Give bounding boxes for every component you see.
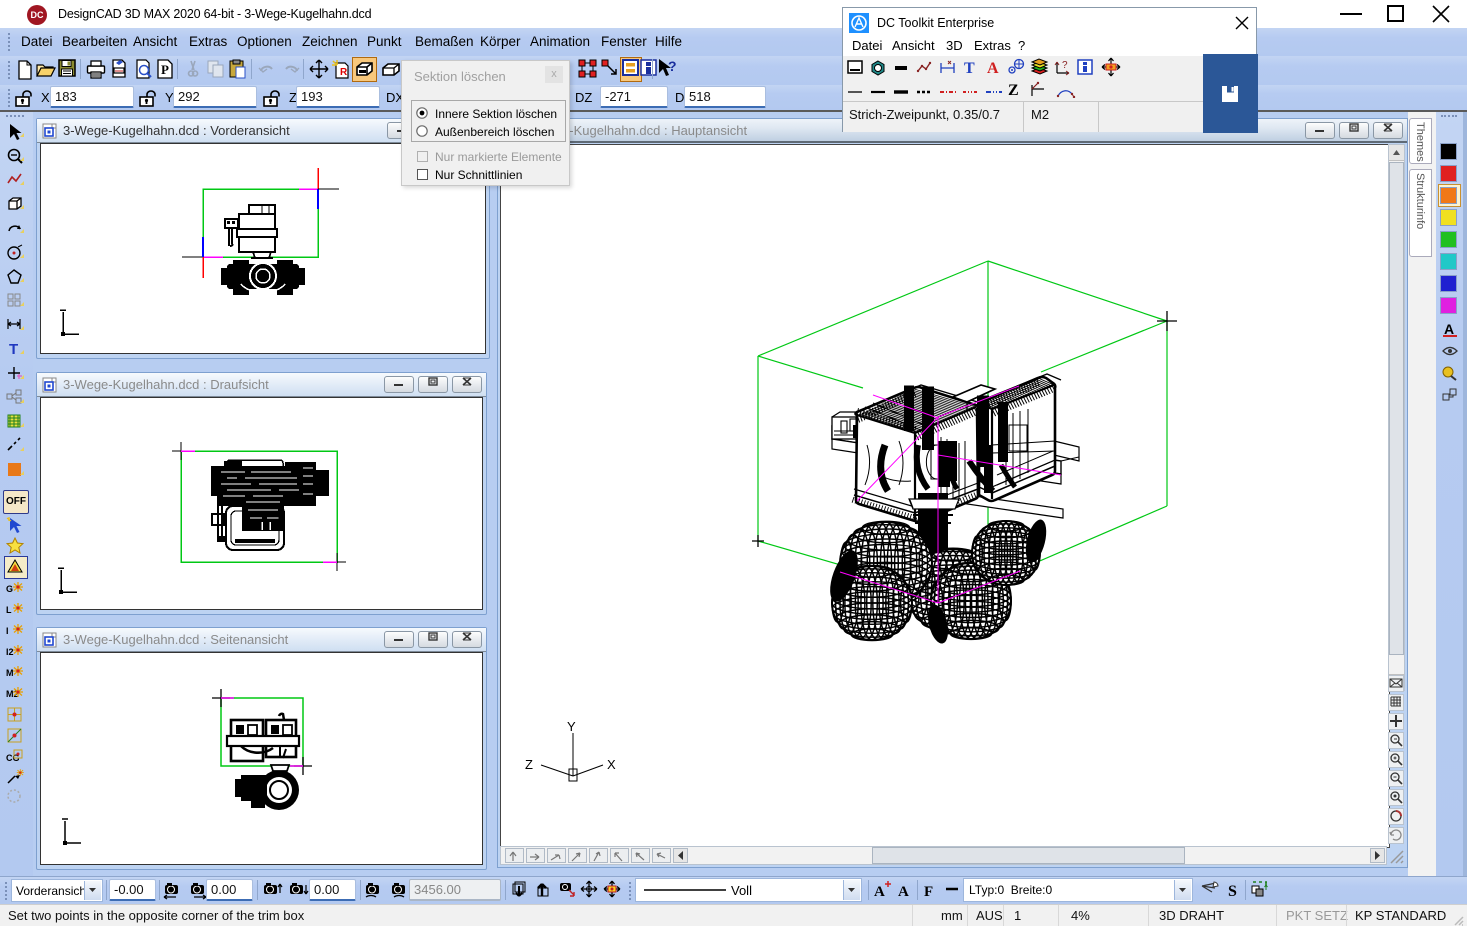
svg-text:G: G — [6, 584, 13, 594]
svg-text:A: A — [874, 884, 885, 900]
svg-text:M: M — [6, 668, 14, 678]
svg-text:L: L — [6, 605, 12, 615]
svg-text:A: A — [1444, 321, 1454, 337]
svg-text:Voll: Voll — [731, 883, 752, 898]
svg-text:X: X — [607, 757, 616, 772]
svg-text:Y: Y — [567, 719, 576, 734]
svg-text:?: ? — [1062, 60, 1068, 71]
svg-text:A: A — [898, 884, 909, 900]
svg-text:I2: I2 — [6, 647, 14, 657]
svg-text:Z: Z — [525, 757, 533, 772]
svg-text:S: S — [1228, 883, 1237, 900]
svg-text:T: T — [9, 341, 18, 358]
svg-text:R: R — [340, 67, 348, 78]
svg-text:A: A — [987, 60, 999, 76]
svg-text:F: F — [924, 884, 933, 900]
svg-text:I: I — [6, 626, 9, 636]
svg-text:P: P — [161, 62, 169, 77]
svg-text:?: ? — [668, 58, 677, 74]
svg-text:Z: Z — [1008, 82, 1019, 98]
svg-text:T: T — [964, 60, 975, 76]
